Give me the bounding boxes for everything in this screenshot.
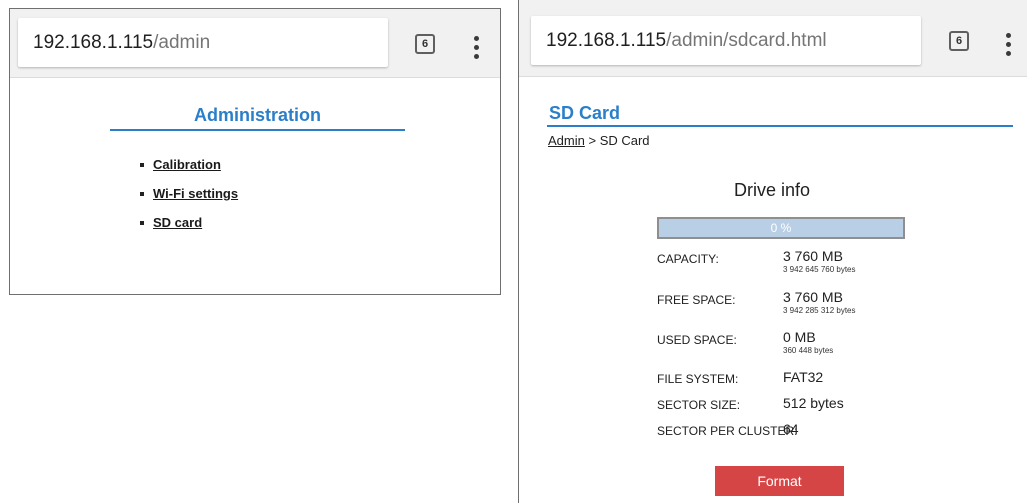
free-space-label: FREE SPACE: [657, 293, 736, 307]
used-space-mb: 0 MB [783, 329, 816, 345]
url-host: 192.168.1.115 [546, 29, 667, 51]
address-bar[interactable]: 192.168.1.115/admin/sdcard.html [531, 16, 921, 65]
breadcrumb-separator: > [584, 133, 600, 148]
capacity-label: CAPACITY: [657, 252, 719, 266]
overflow-menu-icon[interactable] [474, 36, 480, 60]
used-space-value: 0 MB 360 448 bytes [783, 329, 833, 355]
bullet-icon [140, 220, 144, 225]
used-space-label: USED SPACE: [657, 333, 737, 347]
page-title: Administration [110, 105, 405, 131]
list-item: Wi-Fi settings [140, 186, 238, 201]
url-path: /admin [153, 31, 211, 53]
breadcrumb-current: SD Card [599, 133, 650, 148]
file-system-value: FAT32 [783, 369, 824, 385]
bullet-icon [140, 191, 144, 196]
browser-toolbar: 192.168.1.115/admin/sdcard.html 6 [519, 0, 1027, 77]
sdcard-browser-window: 192.168.1.115/admin/sdcard.html 6 SD Car… [518, 0, 1027, 503]
sd-card-link[interactable]: SD card [153, 215, 202, 230]
breadcrumb-admin-link[interactable]: Admin [548, 133, 585, 148]
overflow-menu-icon[interactable] [1006, 33, 1012, 57]
admin-browser-window: 192.168.1.115/admin 6 Administration Cal… [9, 8, 501, 295]
free-space-bytes: 3 942 285 312 bytes [783, 306, 856, 315]
used-space-bytes: 360 448 bytes [783, 346, 834, 355]
bullet-icon [140, 162, 144, 167]
tab-switcher-icon[interactable]: 6 [415, 34, 435, 54]
tab-switcher-icon[interactable]: 6 [949, 31, 969, 51]
page-title-text: Administration [193, 105, 321, 125]
free-space-value: 3 760 MB 3 942 285 312 bytes [783, 289, 856, 315]
url-host: 192.168.1.115 [33, 31, 154, 53]
free-space-mb: 3 760 MB [783, 289, 843, 305]
sector-size-value: 512 bytes [783, 395, 844, 411]
sector-per-cluster-value: 64 [783, 421, 799, 437]
url-path: /admin/sdcard.html [666, 29, 827, 51]
drive-info-heading: Drive info [734, 180, 811, 200]
usage-progress-bar: 0 % [657, 217, 905, 239]
file-system-label: FILE SYSTEM: [657, 372, 739, 386]
calibration-link[interactable]: Calibration [153, 157, 221, 172]
list-item: Calibration [140, 157, 238, 172]
sector-per-cluster-label: SECTOR PER CLUSTER: [657, 424, 798, 438]
browser-toolbar: 192.168.1.115/admin 6 [10, 9, 500, 78]
wifi-settings-link[interactable]: Wi-Fi settings [153, 186, 238, 201]
admin-link-list: Calibration Wi-Fi settings SD card [140, 157, 238, 244]
page-title: SD Card [549, 103, 621, 123]
sector-size-label: SECTOR SIZE: [657, 398, 741, 412]
usage-progress-label: 0 % [770, 221, 792, 235]
address-bar[interactable]: 192.168.1.115/admin [18, 18, 388, 67]
capacity-value: 3 760 MB 3 942 645 760 bytes [783, 248, 856, 274]
capacity-bytes: 3 942 645 760 bytes [783, 265, 856, 274]
format-button[interactable]: Format [715, 466, 844, 496]
capacity-mb: 3 760 MB [783, 248, 843, 264]
breadcrumb: Admin > SD Card [548, 133, 650, 148]
title-divider [547, 125, 1013, 127]
list-item: SD card [140, 215, 238, 230]
